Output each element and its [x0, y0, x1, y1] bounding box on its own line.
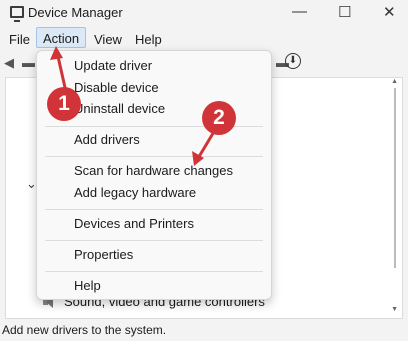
- arrowhead-icon: [50, 46, 63, 60]
- annotation-arrows: [50, 46, 217, 166]
- annotation-badge-1: 1: [47, 87, 81, 121]
- annotation-badge-2: 2: [202, 101, 236, 135]
